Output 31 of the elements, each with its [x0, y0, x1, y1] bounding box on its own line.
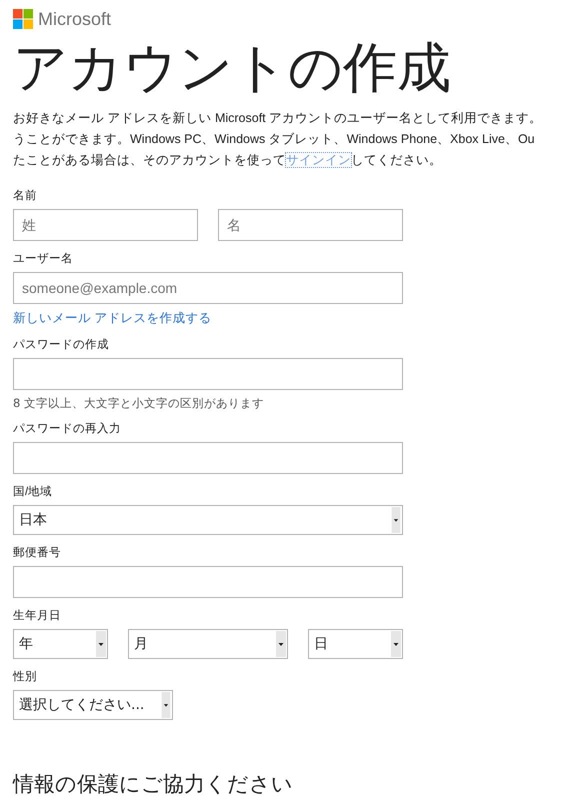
dropdown[interactable]: 選択してください...: [13, 690, 173, 720]
hint-text: 8 文字以上、大文字と小文字の区別があります: [13, 396, 265, 411]
input-field[interactable]: 名: [218, 209, 403, 241]
caret-icon: [96, 631, 106, 657]
logo-text: Microsoft: [38, 9, 112, 30]
field-label: ユーザー名: [13, 252, 74, 266]
dropdown[interactable]: 月: [128, 629, 288, 659]
section-heading: 情報の保護にご協力ください: [13, 771, 294, 798]
caret-icon: [161, 692, 171, 718]
create-email-link[interactable]: 新しいメール アドレスを作成する: [13, 310, 403, 327]
input-field[interactable]: [13, 566, 403, 598]
input-field[interactable]: [13, 442, 403, 474]
dropdown[interactable]: 年: [13, 629, 108, 659]
intro-text: お好きなメール アドレスを新しい Microsoft アカウントのユーザー名として利用できます。 うことができます。Windows PC、Windows タブレット、Windows Phone、Xbox Live、Ou たことがある場合は、そのアカウントを使ってサインイン してください。: [13, 110, 544, 169]
logo-icon: [13, 9, 34, 30]
input-field[interactable]: someone@example.com: [13, 272, 403, 304]
field-label: パスワードの作成: [13, 338, 110, 352]
field-label: 性別: [13, 670, 38, 684]
input-field[interactable]: [13, 358, 403, 390]
field-label: 郵便番号: [13, 546, 62, 560]
caret-icon: [391, 631, 401, 657]
field-label: 名前: [13, 188, 38, 203]
input-field[interactable]: 姓: [13, 209, 198, 241]
dropdown[interactable]: 日本: [13, 505, 403, 535]
caret-icon: [391, 507, 401, 533]
field-label: パスワードの再入力: [13, 422, 122, 436]
caret-icon: [276, 631, 286, 657]
field-label: 生年月日: [13, 608, 62, 623]
page-title: アカウントの作成: [13, 36, 452, 100]
field-label: 国/地域: [13, 484, 54, 499]
dropdown[interactable]: 日: [308, 629, 403, 659]
